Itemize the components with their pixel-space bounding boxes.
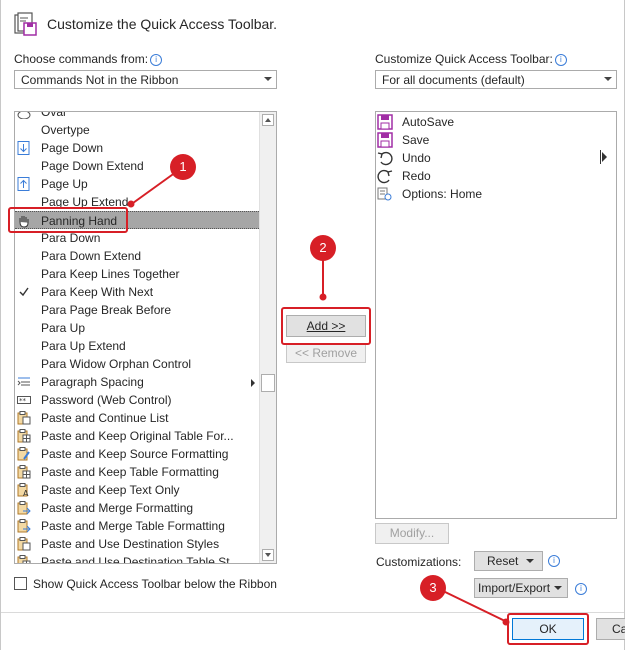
annotation-lines — [127, 166, 510, 626]
callout-3: 3 — [420, 575, 446, 601]
callout-2: 2 — [310, 235, 336, 261]
callout-1: 1 — [170, 154, 196, 180]
